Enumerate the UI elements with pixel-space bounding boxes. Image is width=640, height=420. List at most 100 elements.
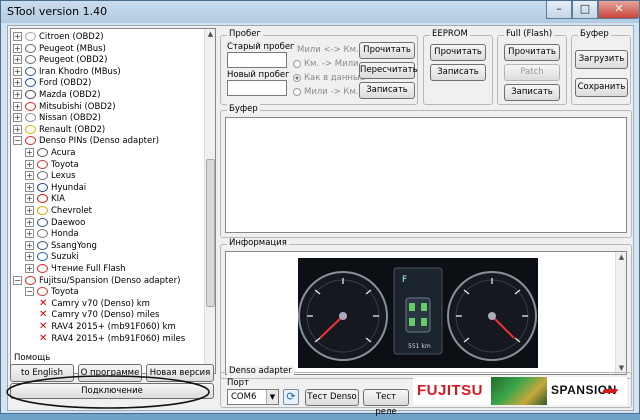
expand-icon[interactable]: + — [25, 252, 34, 262]
minimize-button[interactable]: – — [546, 1, 572, 19]
tree-item-label: Daewoo — [51, 217, 86, 228]
scroll-up-arrow-icon[interactable]: ▲ — [205, 29, 215, 40]
eeprom-write-button[interactable]: Записать — [430, 64, 486, 81]
expand-icon[interactable]: + — [25, 217, 34, 227]
tree-item[interactable]: + Hyundai — [25, 182, 86, 194]
tree-item[interactable]: + Honda — [25, 228, 79, 240]
expand-icon[interactable]: + — [25, 159, 34, 169]
tree-item[interactable]: + Mitsubishi (OBD2) — [13, 101, 116, 113]
app-window: STool version 1.40 – □ ✕ ▲ ▼ + Citroen (O… — [0, 0, 640, 417]
vehicle-tree[interactable]: ▲ ▼ + Citroen (OBD2) + Peugeot (MBus) + Peuge… — [10, 28, 216, 374]
radio-icon — [293, 59, 301, 68]
tree-item-label: Iran Khodro (MBus) — [39, 66, 121, 77]
expand-icon[interactable]: + — [25, 229, 34, 239]
scroll-up-arrow-icon[interactable]: ▲ — [616, 252, 627, 263]
expand-icon[interactable]: + — [25, 194, 34, 204]
tree-item[interactable]: − Denso PINs (Denso adapter) — [13, 135, 159, 147]
expand-icon[interactable]: + — [13, 66, 22, 76]
tree-item[interactable]: + Toyota — [25, 159, 79, 171]
mileage-read-button[interactable]: Прочитать — [359, 42, 415, 59]
tree-item-label: Lexus — [51, 171, 76, 182]
tree-item-label: Toyota — [51, 159, 79, 170]
expand-icon[interactable]: + — [13, 124, 22, 134]
test-denso-button[interactable]: Тест Denso — [305, 389, 359, 406]
mileage-write-button[interactable]: Записать — [359, 82, 415, 99]
refresh-icon[interactable]: ⟳ — [283, 389, 299, 405]
expand-icon[interactable]: + — [13, 101, 22, 111]
info-scrollbar[interactable]: ▲ ▼ — [615, 252, 626, 374]
tree-item[interactable]: + Renault (OBD2) — [13, 124, 105, 136]
expand-icon[interactable]: + — [25, 148, 34, 157]
collapse-icon[interactable]: − — [25, 287, 34, 297]
tree-item[interactable]: + Peugeot (MBus) — [13, 43, 106, 55]
flash-label: Full (Flash) — [504, 29, 555, 39]
tree-item[interactable]: + Чтение Full Flash — [25, 263, 126, 275]
test-relay-button[interactable]: Тест реле — [363, 389, 409, 417]
radio-km-to-miles[interactable]: Км. -> Мили — [293, 59, 359, 69]
expand-icon[interactable]: + — [13, 55, 22, 65]
x-mark-icon: ✕ — [39, 297, 48, 309]
tree-item[interactable]: + Daewoo — [25, 217, 85, 229]
expand-icon[interactable]: + — [25, 171, 34, 181]
expand-icon[interactable]: + — [13, 32, 22, 41]
expand-icon[interactable]: + — [13, 90, 22, 99]
expand-icon[interactable]: + — [25, 182, 34, 192]
tree-item[interactable]: ✕ RAV4 2015+ (mb91F060) km — [37, 321, 176, 333]
expand-icon[interactable]: + — [13, 113, 22, 123]
collapse-icon[interactable]: − — [13, 136, 22, 146]
svg-text:F: F — [402, 275, 407, 285]
tree-item[interactable]: ✕ RAV4 2015+ (mb91F060) miles — [37, 333, 185, 345]
tree-item[interactable]: + Nissan (OBD2) — [13, 112, 101, 124]
tree-item[interactable]: + Citroen (OBD2) — [13, 31, 104, 43]
tree-item[interactable]: + Suzuki — [25, 251, 79, 263]
radio-miles-to-km-label: Мили -> Км. — [304, 87, 359, 97]
tree-item[interactable]: + Ford (OBD2) — [13, 77, 91, 89]
flash-read-button[interactable]: Прочитать — [504, 44, 560, 61]
hyundai-logo-icon — [37, 182, 48, 192]
chevron-down-icon[interactable]: ▼ — [266, 390, 278, 404]
tree-item[interactable]: + Chevrolet — [25, 205, 92, 217]
tree-item[interactable]: − Fujitsu/Spansion (Denso adapter) — [13, 275, 180, 287]
expand-icon[interactable]: + — [13, 43, 22, 53]
expand-icon[interactable]: + — [13, 78, 22, 88]
tree-item[interactable]: + KIA — [25, 193, 65, 205]
tree-item-label: Fujitsu/Spansion (Denso adapter) — [39, 275, 181, 286]
tree-item[interactable]: + Acura — [25, 147, 75, 159]
recalculate-button[interactable]: Пересчитать — [359, 62, 418, 79]
tree-item[interactable]: ✕ Camry v70 (Denso) miles — [37, 309, 159, 321]
expand-icon[interactable]: + — [25, 206, 34, 215]
circuit-board-image — [491, 377, 547, 405]
tree-item[interactable]: − Toyota — [25, 286, 79, 298]
old-mileage-input[interactable] — [227, 52, 287, 68]
collapse-icon[interactable]: − — [13, 275, 22, 285]
maximize-button[interactable]: □ — [572, 1, 598, 19]
scroll-thumb[interactable] — [206, 159, 215, 307]
tree-item[interactable]: ✕ Camry v70 (Denso) km — [37, 298, 150, 310]
title-bar: STool version 1.40 – □ ✕ — [1, 1, 640, 23]
radio-as-data[interactable]: Как в данные — [293, 73, 365, 83]
new-mileage-input[interactable] — [227, 80, 287, 96]
ikco-logo-icon — [25, 66, 36, 76]
port-select[interactable]: COM6 ▼ — [227, 389, 279, 405]
citroen-logo-icon — [25, 32, 36, 41]
expand-icon[interactable]: + — [25, 264, 34, 273]
radio-miles-to-km[interactable]: Мили -> Км. — [293, 87, 359, 97]
new-mileage-label: Новый пробег — [227, 70, 290, 80]
patch-button[interactable]: Patch — [504, 64, 560, 81]
close-button[interactable]: ✕ — [598, 1, 640, 19]
buffer-textarea[interactable] — [225, 117, 627, 233]
save-button[interactable]: Сохранить — [575, 78, 628, 97]
load-button[interactable]: Загрузить — [575, 50, 628, 69]
tree-item[interactable]: + Mazda (OBD2) — [13, 89, 100, 101]
tree-item[interactable]: + Lexus — [25, 170, 76, 182]
tree-item[interactable]: + Iran Khodro (MBus) — [13, 66, 121, 78]
expand-icon[interactable]: + — [25, 240, 34, 250]
flash-write-button[interactable]: Записать — [504, 84, 560, 101]
eeprom-read-button[interactable]: Прочитать — [430, 44, 486, 61]
tree-scrollbar[interactable]: ▲ ▼ — [204, 29, 215, 373]
info-panel-label: Информация — [227, 238, 289, 248]
tree-item-label: Camry v70 (Denso) miles — [51, 310, 160, 321]
tree-item[interactable]: + SsangYong — [25, 240, 97, 252]
tree-item[interactable]: + Peugeot (OBD2) — [13, 54, 107, 66]
lexus-logo-icon — [37, 171, 48, 181]
